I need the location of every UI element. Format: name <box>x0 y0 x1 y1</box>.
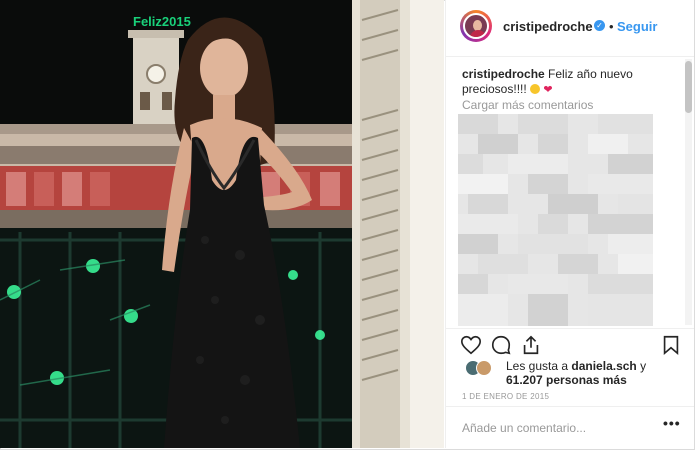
clock-sign: Feliz2015 <box>133 14 191 29</box>
scrollbar-thumb[interactable] <box>685 61 692 113</box>
save-bookmark-icon[interactable] <box>660 334 682 356</box>
likes-line: Les gusta a daniela.sch y <box>506 359 646 373</box>
post-actions <box>446 328 694 359</box>
post-header: cristipedroche ✓ • Seguir <box>446 0 694 57</box>
likes-connector: y <box>636 359 647 373</box>
likes-user-link[interactable]: daniela.sch <box>571 359 636 373</box>
smile-emoji-icon <box>530 84 541 94</box>
post-caption: cristipedroche Feliz año nuevo preciosos… <box>462 67 677 98</box>
likes-count-link[interactable]: 61.207 personas más <box>506 373 627 387</box>
post-date[interactable]: 1 DE ENERO DE 2015 <box>462 392 549 401</box>
like-heart-icon[interactable] <box>460 334 482 356</box>
username-link[interactable]: cristipedroche <box>503 19 593 34</box>
verified-badge-icon: ✓ <box>594 20 605 31</box>
heart-emoji-icon: ❤ <box>543 84 553 96</box>
avatar-dress <box>470 30 486 37</box>
share-icon[interactable] <box>520 334 542 356</box>
add-comment-input[interactable]: Añade un comentario... <box>462 421 586 435</box>
likes-prefix: Les gusta a <box>506 359 572 373</box>
post-sidebar: cristipedroche ✓ • Seguir cristipedroche… <box>445 0 694 448</box>
avatar-image <box>463 13 489 39</box>
pixelated-comments <box>458 114 653 326</box>
likes-summary: Les gusta a daniela.sch y 61.207 persona… <box>460 359 690 388</box>
separator-dot: • <box>609 19 614 34</box>
post-photo[interactable]: Feliz2015 <box>0 0 444 448</box>
liker-avatar-2[interactable] <box>476 360 492 376</box>
avatar[interactable] <box>460 10 492 42</box>
follow-button[interactable]: Seguir <box>617 19 657 34</box>
load-more-comments-link[interactable]: Cargar más comentarios <box>462 98 593 112</box>
comments-area[interactable]: cristipedroche Feliz año nuevo preciosos… <box>446 57 694 327</box>
more-options-icon[interactable]: ••• <box>663 415 681 431</box>
comments-scrollbar[interactable] <box>685 59 692 325</box>
caption-username[interactable]: cristipedroche <box>462 67 545 81</box>
add-comment-bar: Añade un comentario... ••• <box>446 406 694 449</box>
comment-icon[interactable] <box>490 334 512 356</box>
